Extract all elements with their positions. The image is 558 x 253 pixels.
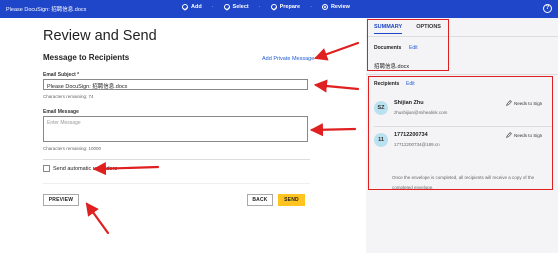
help-icon[interactable]: ? [543, 4, 552, 13]
step-navigation: Add · Select · Prepare · Review [182, 4, 350, 10]
step-select[interactable]: Select [223, 4, 249, 10]
check-circle-icon [182, 4, 188, 10]
main-content: Review and Send Message to Recipients Ad… [0, 18, 366, 253]
separator: · [310, 4, 312, 10]
page-title: Review and Send [43, 28, 157, 44]
divider [366, 74, 558, 75]
step-label: Review [330, 4, 350, 10]
message-chars-remaining: Characters remaining: 10000 [43, 146, 102, 151]
envelope-title: Please DocuSign: 招聘信息.docx [6, 7, 87, 13]
annotation-box [368, 76, 553, 190]
email-subject-input[interactable]: Please DocuSign: 招聘信息.docx [43, 79, 308, 90]
step-prepare[interactable]: Prepare [270, 4, 301, 10]
separator: · [258, 4, 261, 10]
top-bar: Please DocuSign: 招聘信息.docx Add · Select … [0, 0, 558, 18]
reminder-checkbox[interactable] [43, 165, 50, 172]
section-title: Message to Recipients [43, 53, 130, 62]
email-message-label: Email Message [43, 109, 79, 115]
back-button[interactable]: BACK [247, 194, 273, 206]
send-button[interactable]: SEND [278, 194, 305, 206]
step-label: Add [191, 4, 202, 10]
check-circle-icon [223, 4, 230, 10]
separator: · [211, 4, 214, 10]
divider [43, 159, 310, 160]
check-circle-icon [270, 4, 277, 10]
email-subject-label: Email Subject * [43, 72, 80, 78]
current-step-icon [321, 4, 328, 10]
preview-button[interactable]: PREVIEW [43, 194, 79, 206]
email-message-input[interactable]: Enter Message [43, 116, 308, 142]
step-label: Prepare [279, 4, 301, 10]
step-label: Select [232, 4, 249, 10]
step-review[interactable]: Review [321, 4, 350, 10]
divider [43, 183, 310, 184]
add-private-message-link[interactable]: Add Private Message [262, 56, 314, 62]
reminder-option[interactable]: Send automatic reminders [43, 165, 117, 172]
annotation-box [367, 19, 449, 71]
reminder-label: Send automatic reminders [53, 165, 118, 172]
subject-chars-remaining: Characters remaining: 74 [43, 94, 94, 99]
step-add[interactable]: Add [182, 4, 202, 10]
